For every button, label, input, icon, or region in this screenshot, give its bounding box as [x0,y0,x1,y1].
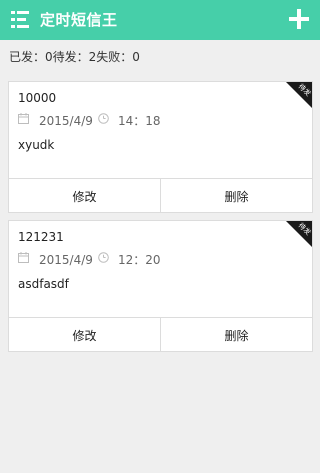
send-date: 2015/4/9 [39,114,93,128]
send-time: 14：18 [118,114,161,128]
message-content: xyudk [18,138,55,152]
send-time: 12：20 [118,253,161,267]
calendar-icon [18,252,29,263]
delete-button[interactable]: 删除 [161,318,312,351]
message-card: 待发 10000 2015/4/9 14：18 xyudk 修改 删除 [8,81,313,213]
edit-button[interactable]: 修改 [9,179,161,212]
card-actions: 修改 删除 [9,178,312,212]
app-title: 定时短信王 [40,11,118,29]
recipient-number: 121231 [18,230,64,244]
clock-icon [98,252,109,263]
send-date: 2015/4/9 [39,253,93,267]
card-actions: 修改 删除 [9,317,312,351]
edit-button[interactable]: 修改 [9,318,161,351]
clock-icon [98,113,109,124]
calendar-icon [18,113,29,124]
recipient-number: 10000 [18,91,57,105]
message-card: 待发 121231 2015/4/9 12：20 asdfasdf 修改 删除 [8,220,313,352]
status-summary: 已发：0待发：2失败：0 [9,50,140,64]
message-content: asdfasdf [18,277,69,291]
top-bar: 定时短信王 [0,0,320,40]
delete-button[interactable]: 删除 [161,179,312,212]
menu-icon[interactable] [11,11,29,29]
add-button[interactable] [289,9,309,29]
